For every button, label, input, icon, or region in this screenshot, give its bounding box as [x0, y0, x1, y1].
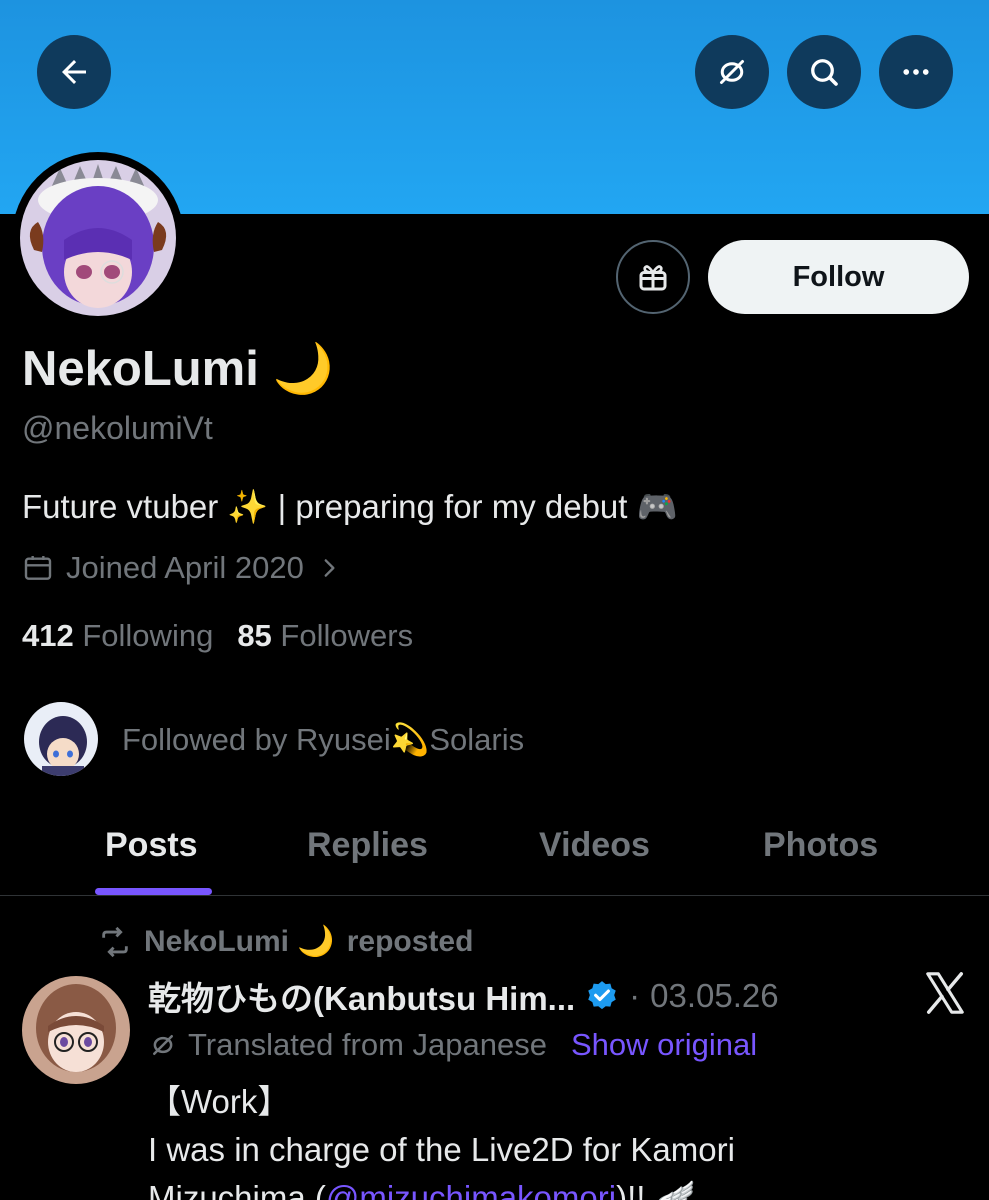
- follow-button[interactable]: Follow: [708, 240, 969, 314]
- calendar-icon: [24, 556, 52, 580]
- repost-icon: [102, 926, 128, 957]
- active-tab-indicator: [95, 888, 212, 895]
- avatar-image: [20, 160, 176, 316]
- search-icon: [811, 59, 838, 86]
- bio: Future vtuber ✨ | preparing for my debut…: [22, 488, 678, 525]
- post-date[interactable]: 03.05.26: [650, 977, 778, 1015]
- followed-by-text: Followed by Ryusei💫Solaris: [122, 721, 525, 757]
- post-line-3-suffix: )!! 🪽: [616, 1179, 696, 1200]
- show-original-link[interactable]: Show original: [571, 1027, 757, 1063]
- post-author-avatar[interactable]: [22, 976, 130, 1084]
- arrow-left-icon: [62, 60, 86, 84]
- follow-stats: 412 Following 85 Followers: [22, 618, 413, 654]
- followers-label: Followers: [280, 618, 414, 653]
- tab-replies[interactable]: Replies: [307, 826, 428, 865]
- search-button[interactable]: [787, 35, 861, 109]
- mention-link[interactable]: @mizuchimakomori: [326, 1179, 616, 1200]
- repost-indicator: NekoLumi 🌙 reposted: [98, 924, 473, 959]
- post-line-2: I was in charge of the Live2D for Kamori: [148, 1131, 735, 1168]
- more-button[interactable]: [879, 35, 953, 109]
- translate-off-icon: [720, 60, 744, 84]
- joined-date[interactable]: Joined April 2020: [22, 550, 342, 586]
- tab-photos[interactable]: Photos: [763, 826, 878, 865]
- display-name: NekoLumi 🌙: [22, 342, 334, 396]
- gift-button[interactable]: [616, 240, 690, 314]
- handle: @nekolumiVt: [22, 410, 213, 446]
- translation-notice: Translated from Japanese Show original: [148, 1027, 757, 1063]
- followers-count: 85: [237, 618, 272, 653]
- repost-label: reposted: [346, 924, 474, 958]
- following-link[interactable]: 412 Following: [22, 618, 213, 654]
- back-button[interactable]: [37, 35, 111, 109]
- translated-label: Translated from Japanese: [188, 1027, 547, 1062]
- followers-link[interactable]: 85 Followers: [237, 618, 413, 654]
- verified-badge-icon: [588, 981, 616, 1010]
- translate-off-icon: [153, 1035, 173, 1055]
- post-author[interactable]: 乾物ひもの(Kanbutsu Him...: [148, 972, 575, 1020]
- following-label: Following: [82, 618, 214, 653]
- chevron-right-icon: [324, 559, 335, 577]
- gift-icon: [639, 265, 667, 291]
- profile-tabs: Posts Replies Videos Photos: [0, 810, 989, 896]
- more-horizontal-icon: [903, 69, 929, 75]
- x-logo-icon: [926, 972, 964, 1014]
- tab-videos[interactable]: Videos: [539, 826, 650, 865]
- profile-avatar[interactable]: [12, 152, 184, 324]
- post-line-3-prefix: Mizuchima (: [148, 1179, 326, 1200]
- post-header: 乾物ひもの(Kanbutsu Him... · 03.05.26: [148, 972, 779, 1020]
- post-line-3: Mizuchima (@mizuchimakomori)!! 🪽: [148, 1174, 978, 1200]
- following-count: 412: [22, 618, 74, 653]
- post-separator: ·: [629, 977, 641, 1014]
- post-body: 【Work】 I was in charge of the Live2D for…: [148, 1078, 978, 1200]
- followed-by[interactable]: Followed by Ryusei💫Solaris: [22, 700, 524, 778]
- translate-button[interactable]: [695, 35, 769, 109]
- joined-label: Joined April 2020: [66, 550, 304, 585]
- post-line-1: 【Work】: [148, 1083, 291, 1120]
- follower-avatar: [22, 700, 100, 778]
- repost-by[interactable]: NekoLumi 🌙: [144, 924, 335, 959]
- tab-posts[interactable]: Posts: [105, 826, 198, 865]
